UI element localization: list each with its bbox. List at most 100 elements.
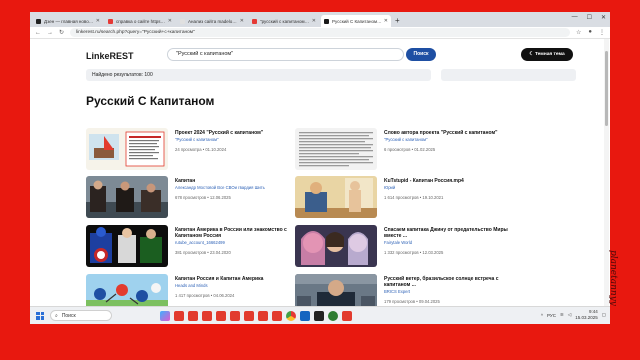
address-bar[interactable]: linkerest.ru/search.php?query="Русский+с… — [70, 28, 570, 37]
app-icon[interactable] — [188, 310, 198, 321]
menu-icon[interactable]: ⋮ — [599, 29, 605, 36]
browser-tab[interactable]: справка о сайте https://madel... ✕ — [105, 15, 175, 27]
video-meta: 381 просмотров • 23.04.2020 — [175, 249, 231, 255]
video-title[interactable]: Спасаем капитака Джину от предательство … — [384, 227, 522, 239]
search-input[interactable]: "Русский с капитаном" — [167, 48, 404, 61]
video-card[interactable]: Капитан Америка в России или знакомство … — [86, 225, 316, 270]
watermark-text: planetannyy — [608, 250, 618, 306]
channel-name[interactable]: rutube_account_16662499 — [175, 240, 313, 246]
video-meta: 179 просмотров • 09.04.2025 — [384, 298, 440, 304]
video-card[interactable]: Русский ветер, бразильское солнце встреч… — [295, 274, 525, 306]
search-button[interactable]: Поиск — [406, 48, 436, 61]
app-icon[interactable] — [314, 310, 324, 321]
app-icon[interactable] — [174, 310, 184, 321]
channel-name[interactable]: "Русский с капитаном" — [175, 137, 313, 143]
tab-label: Дзен — главная новостная и... — [44, 18, 94, 24]
channel-name[interactable]: Александр Мостовой Все СВОи гвардия Шить — [175, 185, 313, 191]
wifi-icon[interactable]: ≋ — [560, 312, 564, 318]
video-thumbnail[interactable] — [86, 176, 168, 218]
app-icon[interactable] — [216, 310, 226, 321]
video-title[interactable]: Слово автора проекта "Русский с капитано… — [384, 130, 522, 136]
video-card[interactable]: Проект 2024 "Русский с капитаном" "Русск… — [86, 128, 316, 173]
app-icon[interactable] — [202, 310, 212, 321]
windows-start-icon[interactable] — [34, 310, 46, 322]
video-title[interactable]: Капитан Россия и Капитан Америка — [175, 276, 313, 282]
tab-favicon-icon — [252, 18, 257, 24]
profile-icon[interactable]: ● — [588, 29, 592, 36]
browser-tab-active[interactable]: Русский С Капитаном - Поиск ✕ — [321, 15, 391, 27]
video-card[interactable]: KuTstupid - Капитан Россия.mp4 Юрий 1 61… — [295, 176, 525, 221]
video-meta: 1 614 просмотров • 19.10.2021 — [384, 194, 444, 200]
video-thumbnail[interactable] — [295, 176, 377, 218]
app-icon[interactable] — [300, 310, 310, 321]
notification-icon[interactable]: ▢ — [602, 312, 606, 318]
taskbar-search[interactable]: ⌕ Поиск — [50, 310, 112, 321]
video-card[interactable]: Капитан Россия и Капитан Америка Heads a… — [86, 274, 316, 306]
scrollbar-thumb[interactable] — [605, 51, 608, 126]
tab-close-icon[interactable]: ✕ — [384, 18, 388, 24]
video-thumbnail[interactable] — [86, 225, 168, 267]
video-title[interactable]: KuTstupid - Капитан Россия.mp4 — [384, 178, 522, 184]
minimize-icon[interactable]: — — [572, 14, 578, 21]
chrome-icon[interactable] — [286, 310, 296, 321]
video-thumbnail[interactable] — [86, 274, 168, 306]
video-title[interactable]: Капитан Америка в России или знакомство … — [175, 227, 313, 239]
video-meta: 678 просмотров • 12.06.2025 — [175, 194, 231, 200]
address-bar-row: ← → ↻ linkerest.ru/search.php?query="Рус… — [30, 27, 610, 39]
browser-tab[interactable]: "русский с капитаном" — Янде... ✕ — [249, 15, 319, 27]
tab-favicon-icon — [324, 18, 329, 24]
system-tray: ^ РУС ≋ ◁ 9:44 15.03.2025 ▢ — [541, 309, 606, 321]
tab-label: "русский с капитаном" — Янде... — [260, 18, 310, 24]
video-thumbnail[interactable] — [295, 274, 377, 306]
channel-name[interactable]: BRICS Expert — [384, 289, 522, 295]
video-card[interactable]: Капитан Александр Мостовой Все СВОи гвар… — [86, 176, 316, 221]
channel-name[interactable]: Fairytale World — [384, 240, 522, 246]
app-icon[interactable] — [272, 310, 282, 321]
volume-icon[interactable]: ◁ — [568, 312, 571, 318]
channel-name[interactable]: Heads and Minds — [175, 283, 313, 289]
url-text: linkerest.ru/search.php?query="Русский+с… — [76, 30, 195, 35]
video-thumbnail[interactable] — [295, 128, 377, 170]
close-icon[interactable]: ✕ — [601, 14, 606, 21]
theme-toggle-button[interactable]: ☾ Темная тема — [521, 48, 573, 61]
video-meta: 24 просмотра • 01.10.2024 — [175, 146, 227, 152]
screen: Дзен — главная новостная и... ✕ справка … — [30, 12, 610, 324]
forward-icon[interactable]: → — [47, 30, 53, 36]
app-icon[interactable] — [244, 310, 254, 321]
app-icon[interactable] — [230, 310, 240, 321]
chevron-up-icon[interactable]: ^ — [541, 313, 543, 318]
tab-close-icon[interactable]: ✕ — [240, 18, 244, 24]
video-meta: 1 417 просмотров • 04.06.2024 — [175, 292, 235, 298]
copilot-icon[interactable] — [160, 310, 170, 321]
channel-name[interactable]: "Русский с капитаном" — [384, 137, 522, 143]
clock-date: 15.03.2025 — [575, 315, 598, 320]
app-icon[interactable] — [328, 310, 338, 321]
tab-favicon-icon — [180, 18, 185, 24]
clock[interactable]: 9:44 15.03.2025 — [575, 309, 598, 321]
channel-name[interactable]: Юрий — [384, 185, 522, 191]
tab-close-icon[interactable]: ✕ — [96, 18, 100, 24]
video-title[interactable]: Русский ветер, бразильское солнце встреч… — [384, 276, 522, 288]
tab-close-icon[interactable]: ✕ — [312, 18, 316, 24]
video-title[interactable]: Проект 2024 "Русский с капитаном" — [175, 130, 313, 136]
star-icon[interactable]: ☆ — [576, 29, 581, 36]
taskbar-search-label: Поиск — [61, 312, 76, 319]
video-card[interactable]: Слово автора проекта "Русский с капитано… — [295, 128, 525, 173]
tab-favicon-icon — [108, 18, 113, 24]
tab-close-icon[interactable]: ✕ — [168, 18, 172, 24]
app-icon[interactable] — [342, 310, 352, 321]
site-logo[interactable]: LinkeREST — [86, 51, 134, 61]
video-title[interactable]: Капитан — [175, 178, 313, 184]
app-icon[interactable] — [258, 310, 268, 321]
video-thumbnail[interactable] — [295, 225, 377, 267]
back-icon[interactable]: ← — [35, 30, 41, 36]
reload-icon[interactable]: ↻ — [59, 29, 64, 36]
browser-tab[interactable]: Анализ сайта madelonne.ru ✕ — [177, 15, 247, 27]
video-card[interactable]: Спасаем капитака Джину от предательство … — [295, 225, 525, 270]
new-tab-button[interactable]: + — [395, 16, 400, 25]
maximize-icon[interactable]: ☐ — [587, 14, 592, 21]
language-indicator[interactable]: РУС — [547, 313, 556, 318]
tab-label: справка о сайте https://madel... — [116, 18, 166, 24]
browser-tab[interactable]: Дзен — главная новостная и... ✕ — [33, 15, 103, 27]
video-thumbnail[interactable] — [86, 128, 168, 170]
